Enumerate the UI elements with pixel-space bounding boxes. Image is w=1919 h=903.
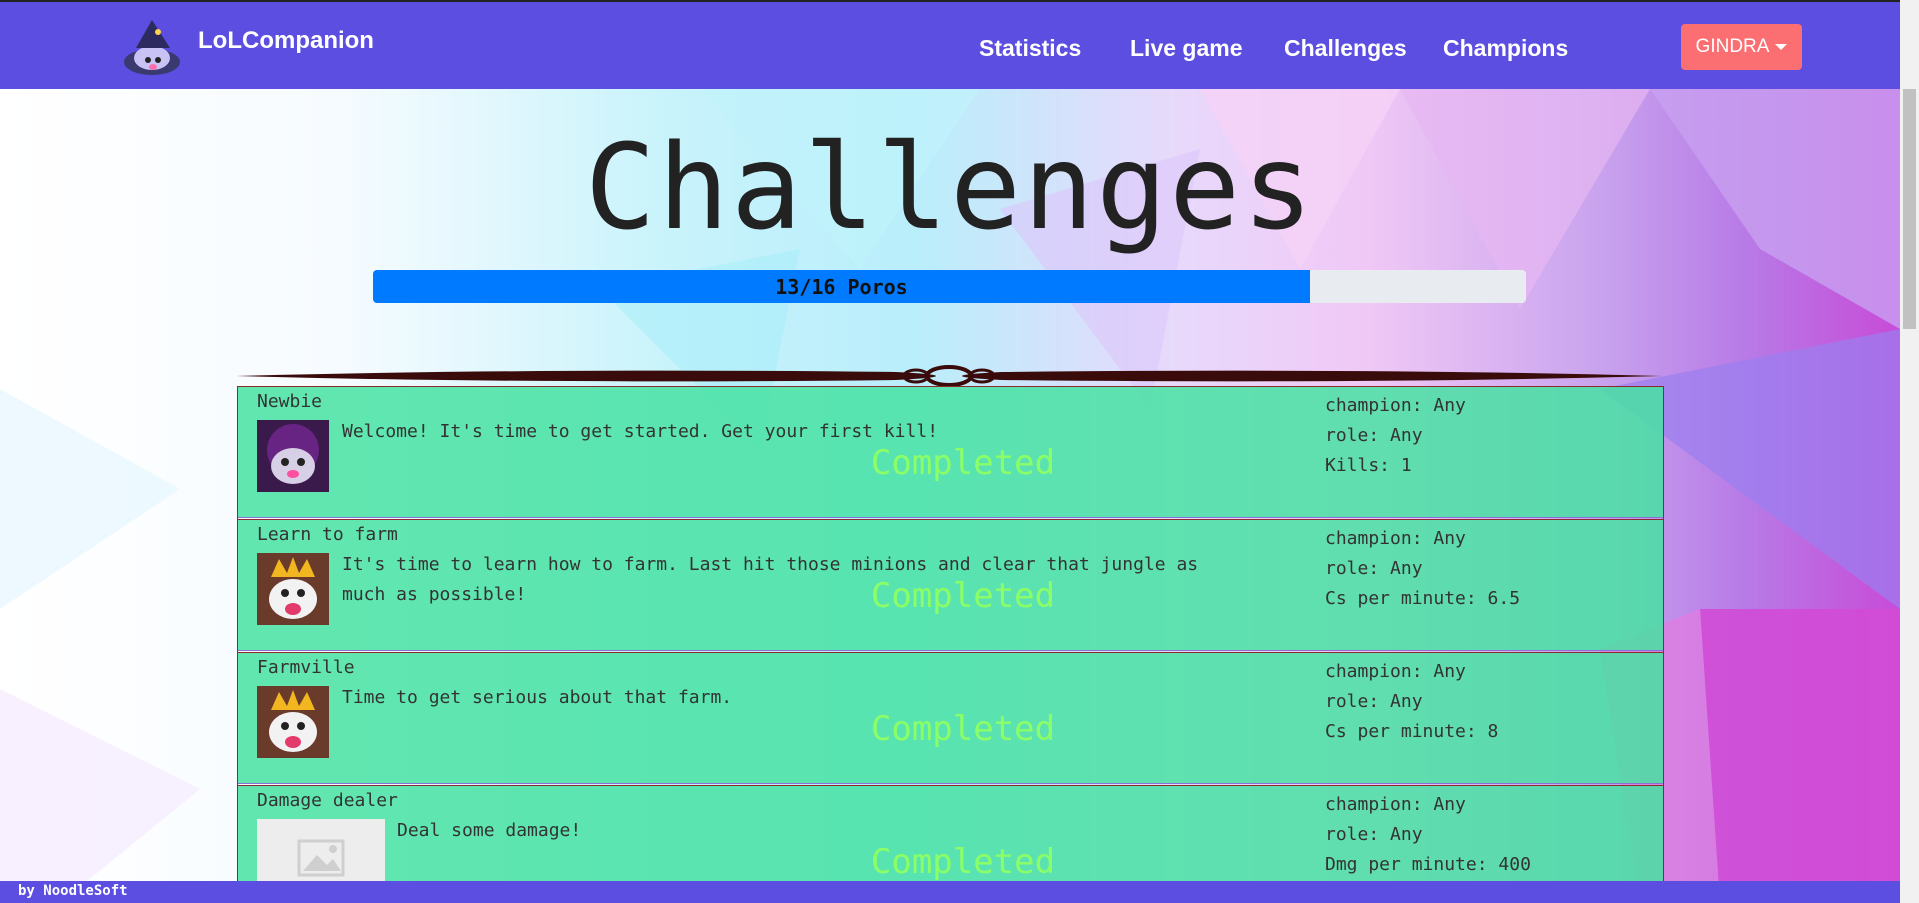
nav-challenges[interactable]: Challenges — [1284, 35, 1407, 62]
requirement-role: role: Any — [1325, 691, 1423, 712]
poro-wizard-logo-icon — [124, 20, 180, 75]
page-scrollbar[interactable] — [1900, 0, 1919, 903]
challenge-name: Damage dealer — [257, 790, 398, 811]
challenge-requirements: champion: Any role: Any Kills: 1 — [1325, 391, 1466, 481]
requirement-role: role: Any — [1325, 558, 1423, 579]
footer-credit: by NoodleSoft — [18, 883, 128, 899]
challenge-list: Newbie Welcome! It's time to get started… — [237, 386, 1664, 903]
challenge-name: Learn to farm — [257, 524, 398, 545]
nav-live-game[interactable]: Live game — [1130, 35, 1243, 62]
challenge-requirements: champion: Any role: Any Dmg per minute: … — [1325, 790, 1531, 880]
caret-down-icon — [1775, 44, 1788, 50]
navbar: LoLCompanion Statistics Live game Challe… — [0, 0, 1900, 89]
requirement-goal: Kills: 1 — [1325, 455, 1412, 476]
requirement-champion: champion: Any — [1325, 395, 1466, 416]
brand-name: LoLCompanion — [198, 27, 374, 54]
nav-champions[interactable]: Champions — [1443, 35, 1568, 62]
requirement-goal: Cs per minute: 6.5 — [1325, 588, 1521, 609]
requirement-champion: champion: Any — [1325, 661, 1466, 682]
poro-progress-bar: 13/16 Poros — [373, 270, 1526, 303]
requirement-champion: champion: Any — [1325, 794, 1466, 815]
challenge-card[interactable]: Learn to farm It's time to learn how to … — [238, 519, 1663, 651]
challenge-card[interactable]: Farmville Time to get serious about that… — [238, 652, 1663, 784]
challenge-name: Newbie — [257, 391, 323, 412]
brand-link[interactable]: LoLCompanion — [114, 18, 374, 76]
progress-label: 13/16 Poros — [775, 274, 908, 299]
challenge-name: Farmville — [257, 657, 355, 678]
requirement-champion: champion: Any — [1325, 528, 1466, 549]
nav-statistics[interactable]: Statistics — [979, 35, 1081, 62]
requirement-role: role: Any — [1325, 824, 1423, 845]
page-title: Challenges — [584, 118, 1316, 256]
challenge-requirements: champion: Any role: Any Cs per minute: 8 — [1325, 657, 1498, 747]
challenge-card[interactable]: Newbie Welcome! It's time to get started… — [238, 386, 1663, 518]
scrollbar-thumb[interactable] — [1903, 89, 1916, 329]
requirement-goal: Dmg per minute: 400 — [1325, 854, 1531, 875]
user-menu-button[interactable]: GINDRA — [1681, 24, 1802, 70]
footer: by NoodleSoft — [0, 881, 1900, 903]
requirement-role: role: Any — [1325, 425, 1423, 446]
challenge-requirements: champion: Any role: Any Cs per minute: 6… — [1325, 524, 1520, 614]
requirement-goal: Cs per minute: 8 — [1325, 721, 1499, 742]
user-menu-label: GINDRA — [1695, 36, 1770, 57]
